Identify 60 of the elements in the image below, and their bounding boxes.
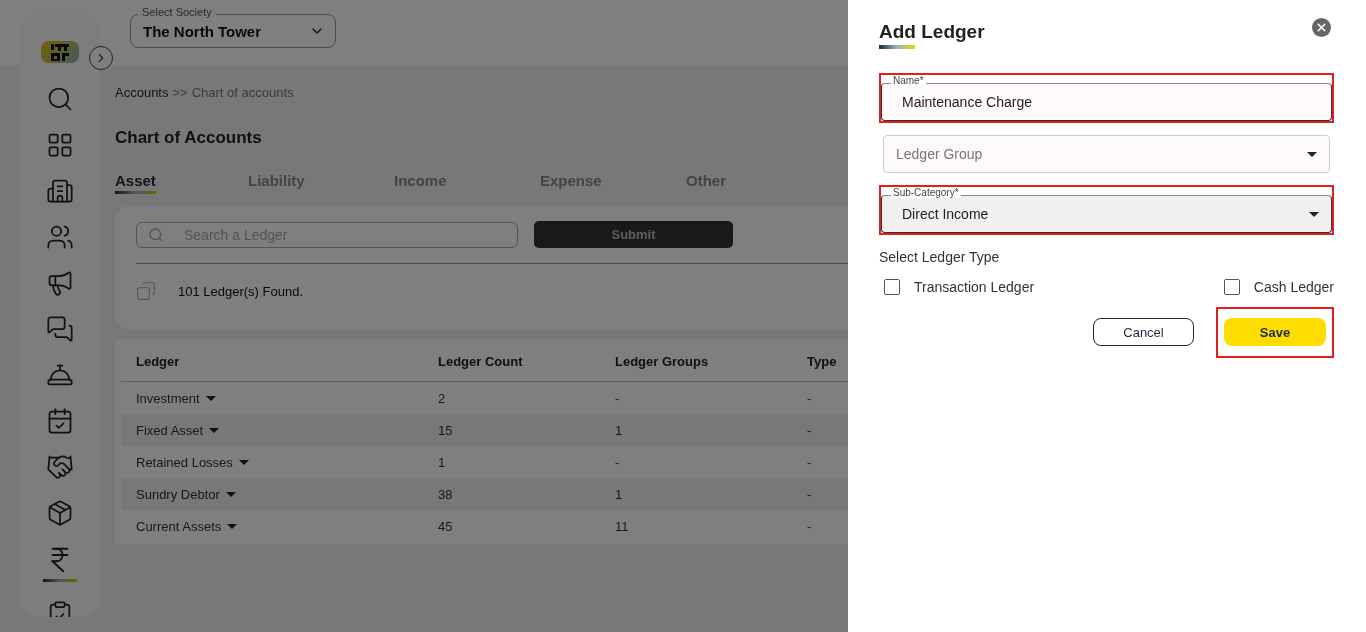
sidebar-item[interactable]: [43, 545, 77, 582]
sidebar-item[interactable]: [46, 131, 74, 159]
box-icon: [46, 499, 74, 527]
caret-icon: [1307, 151, 1317, 157]
table-cell: -: [792, 478, 848, 510]
cancel-button[interactable]: Cancel: [1093, 318, 1194, 346]
close-icon: [1315, 21, 1328, 34]
tab[interactable]: Asset: [115, 172, 156, 194]
submit-button[interactable]: Submit: [534, 221, 733, 248]
sidebar-item[interactable]: [46, 499, 74, 527]
breadcrumb-link[interactable]: Accounts: [115, 85, 169, 100]
sidebar-item[interactable]: [46, 85, 74, 113]
title-underline: [879, 45, 915, 49]
checkbox[interactable]: [884, 279, 900, 295]
sidebar-item[interactable]: [46, 269, 74, 297]
table-cell: 15: [423, 414, 600, 446]
handshake-icon: [46, 453, 74, 481]
ledger-type-label: Select Ledger Type: [879, 249, 1001, 265]
chat-icon: [46, 315, 74, 343]
calendar-icon: [46, 407, 74, 435]
people-icon: [46, 223, 74, 251]
select-field[interactable]: Ledger Group: [883, 135, 1330, 173]
caret-icon[interactable]: [227, 523, 238, 529]
sidebar-item[interactable]: [46, 177, 74, 205]
caret-icon[interactable]: [238, 459, 249, 465]
sidebar-item[interactable]: [46, 453, 74, 481]
megaphone-icon: [46, 269, 74, 297]
field-label: Name*: [891, 75, 926, 86]
field-label: Sub-Category*: [891, 187, 961, 198]
sidebar-item[interactable]: [46, 407, 74, 435]
grid-icon: [46, 131, 74, 159]
sidebar-item[interactable]: [46, 315, 74, 343]
close-button[interactable]: [1312, 18, 1331, 37]
society-select-label: Select Society: [138, 6, 216, 18]
search-icon: [46, 85, 74, 113]
table-cell: 1: [600, 478, 792, 510]
table-cell: -: [792, 414, 848, 446]
caret-icon[interactable]: [205, 395, 216, 401]
caret-icon[interactable]: [225, 491, 236, 497]
sidebar-item[interactable]: [46, 223, 74, 251]
app-logo[interactable]: [41, 41, 79, 63]
result-count: 101 Ledger(s) Found.: [178, 283, 304, 299]
checkbox-option[interactable]: Cash Ledger: [1223, 279, 1334, 295]
caret-icon[interactable]: [209, 427, 220, 433]
table-cell: Fixed Asset: [121, 414, 423, 446]
input-field[interactable]: Maintenance Charge: [881, 83, 1332, 121]
breadcrumb-current: Chart of accounts: [191, 85, 294, 100]
table-cell: 38: [423, 478, 600, 510]
page-title: Chart of Accounts: [115, 128, 263, 148]
building-icon: [46, 177, 74, 205]
checkbox-option[interactable]: Transaction Ledger: [884, 279, 1035, 295]
save-button[interactable]: Save: [1224, 318, 1326, 346]
breadcrumb-separator: >>: [172, 85, 188, 100]
caret-icon: [1309, 211, 1319, 217]
checkbox[interactable]: [1223, 279, 1240, 295]
panel-title: Add Ledger: [879, 21, 985, 43]
table-cell: Sundry Debtor: [121, 478, 423, 510]
table-cell: 1: [600, 414, 792, 446]
copy-icon: [136, 281, 156, 301]
search-icon: [148, 226, 164, 243]
